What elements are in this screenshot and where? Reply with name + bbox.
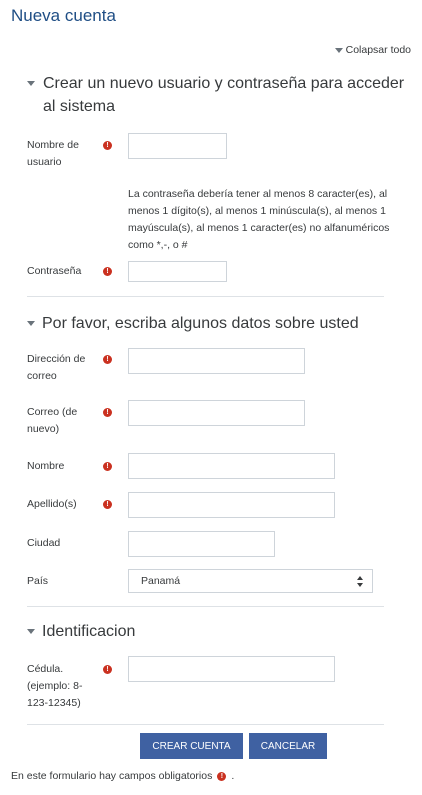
collapse-all-link[interactable]: Colapsar todo [334, 44, 411, 56]
email-label: Dirección de correo [27, 353, 86, 382]
password-input[interactable] [128, 261, 227, 282]
required-icon: ! [103, 141, 112, 150]
lastname-label: Apellido(s) [27, 498, 77, 510]
section-title-account: Crear un nuevo usuario y contraseña para… [43, 75, 405, 115]
page-title: Nueva cuenta [11, 6, 116, 25]
required-fields-note: En este formulario hay campos obligatori… [11, 770, 234, 782]
collapse-all-label: Colapsar todo [345, 44, 411, 56]
password-policy-hint: La contraseña debería tener al menos 8 c… [128, 188, 390, 251]
cedula-input[interactable] [128, 656, 335, 682]
section-header-account[interactable]: Crear un nuevo usuario y contraseña para… [27, 72, 412, 118]
required-note-end: . [231, 770, 235, 782]
required-icon: ! [103, 408, 112, 417]
email-input[interactable] [128, 348, 305, 374]
section-divider [27, 606, 384, 607]
required-icon: ! [103, 267, 112, 276]
caret-down-icon [27, 321, 35, 326]
required-icon: ! [103, 462, 112, 471]
section-divider [27, 296, 384, 297]
required-icon: ! [103, 500, 112, 509]
username-input[interactable] [128, 133, 227, 159]
create-account-button[interactable]: CREAR CUENTA [140, 733, 243, 759]
firstname-input[interactable] [128, 453, 335, 479]
city-label: Ciudad [27, 537, 61, 549]
section-header-personal[interactable]: Por favor, escriba algunos datos sobre u… [27, 312, 359, 335]
section-title-personal: Por favor, escriba algunos datos sobre u… [42, 315, 359, 332]
caret-down-icon [27, 81, 35, 86]
lastname-input[interactable] [128, 492, 335, 518]
cedula-label: Cédula. (ejemplo: 8-123-12345) [27, 663, 83, 709]
required-icon: ! [103, 665, 112, 674]
country-selected-value: Panamá [141, 575, 181, 587]
cancel-button[interactable]: CANCELAR [249, 733, 327, 759]
email-confirm-input[interactable] [128, 400, 305, 426]
username-label: Nombre de usuario [27, 139, 79, 168]
required-note-text: En este formulario hay campos obligatori… [11, 770, 213, 782]
select-arrows-icon [357, 576, 363, 587]
section-header-identification[interactable]: Identificacion [27, 620, 135, 643]
email-confirm-label: Correo (de nuevo) [27, 406, 78, 435]
caret-down-icon [334, 47, 343, 53]
password-label: Contraseña [27, 265, 82, 277]
firstname-label: Nombre [27, 460, 65, 472]
city-input[interactable] [128, 531, 275, 557]
caret-down-icon [27, 629, 35, 634]
section-title-identification: Identificacion [42, 623, 136, 640]
section-divider [27, 724, 384, 725]
required-icon: ! [217, 771, 227, 781]
required-icon: ! [103, 355, 112, 364]
country-select[interactable]: Panamá [128, 569, 373, 593]
country-label: País [27, 575, 49, 587]
